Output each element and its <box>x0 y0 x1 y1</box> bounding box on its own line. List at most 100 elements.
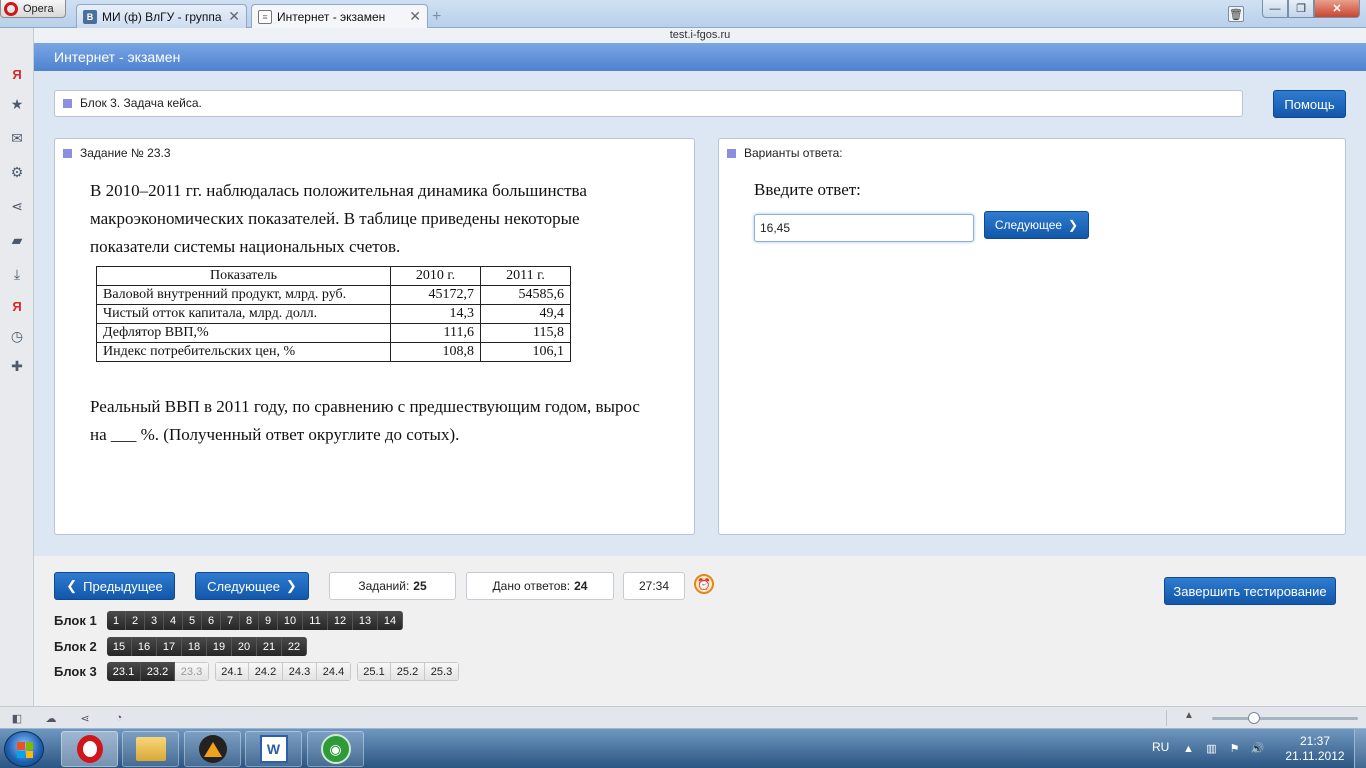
system-clock[interactable]: 21:37 21.11.2012 <box>1284 734 1346 764</box>
task-cell[interactable]: 24.1 <box>215 662 249 681</box>
task-cell[interactable]: 19 <box>207 637 232 656</box>
volume-icon[interactable]: 🔊 <box>1251 742 1265 755</box>
table-header: Показатель <box>96 266 391 286</box>
tab-close-icon[interactable]: ✕ <box>409 8 421 25</box>
taskbar-explorer[interactable] <box>122 731 179 767</box>
help-button[interactable]: Помощь <box>1273 90 1346 118</box>
block-3-group-25: 25.1 25.2 25.3 <box>357 662 459 681</box>
task-cell[interactable]: 23.2 <box>141 662 175 681</box>
task-cell[interactable]: 3 <box>145 611 164 630</box>
table-cell: 14,3 <box>390 304 481 324</box>
zoom-slider-handle[interactable] <box>1248 712 1260 724</box>
mail-icon[interactable]: ✉ <box>9 130 25 146</box>
task-cell[interactable]: 21 <box>257 637 282 656</box>
start-button[interactable] <box>4 731 44 767</box>
zoom-arrow-icon[interactable]: ▲ <box>1184 710 1194 721</box>
share-icon[interactable]: ⋖ <box>9 198 25 214</box>
turbo-icon[interactable]: ◔ <box>112 711 126 725</box>
task-cell[interactable]: 6 <box>202 611 221 630</box>
task-cell[interactable]: 8 <box>240 611 259 630</box>
task-cell[interactable]: 11 <box>303 611 328 630</box>
unite-icon[interactable]: ⋖ <box>78 711 92 725</box>
history-icon[interactable]: ◷ <box>9 328 25 344</box>
answers-heading-label: Варианты ответа: <box>744 146 843 160</box>
taskbar-opera[interactable] <box>61 731 118 767</box>
next-label: Следующее <box>207 578 280 594</box>
yandex-bar-icon[interactable]: Я <box>9 298 25 314</box>
language-indicator[interactable]: RU <box>1152 740 1169 754</box>
table-header: 2010 г. <box>390 266 481 286</box>
chevron-right-icon: ❯ <box>1068 218 1079 232</box>
panel-toggle-icon[interactable]: ◧ <box>10 711 24 725</box>
show-desktop-button[interactable] <box>1354 729 1366 768</box>
clock-time: 21:37 <box>1299 734 1331 748</box>
new-tab-icon[interactable]: + <box>432 8 441 26</box>
task-cell[interactable]: 24.3 <box>283 662 317 681</box>
square-marker-icon <box>63 99 72 108</box>
task-cell[interactable]: 14 <box>378 611 403 630</box>
task-cell[interactable]: 12 <box>328 611 353 630</box>
zoom-slider[interactable] <box>1212 717 1358 720</box>
table-row: Дефлятор ВВП,% 111,6 115,8 <box>96 323 571 343</box>
task-cell[interactable]: 2 <box>126 611 145 630</box>
task-cell[interactable]: 4 <box>164 611 183 630</box>
tab-title: МИ (ф) ВлГУ - группа ... <box>102 9 224 24</box>
tab-vk-group[interactable]: В МИ (ф) ВлГУ - группа ... ✕ <box>76 4 247 28</box>
task-cell[interactable]: 24.2 <box>249 662 283 681</box>
task-cell[interactable]: 25.2 <box>391 662 425 681</box>
task-cell[interactable]: 18 <box>182 637 207 656</box>
divider <box>1166 710 1167 726</box>
taskbar-network-app[interactable]: ◉ <box>307 731 364 767</box>
block-title: Блок 3. Задача кейса. <box>80 96 202 110</box>
task-cell[interactable]: 1 <box>107 611 126 630</box>
taskbar-aimp[interactable] <box>184 731 241 767</box>
maximize-icon[interactable]: ❐ <box>1288 0 1314 18</box>
timer: 27:34 <box>623 572 685 600</box>
tray-expand-icon[interactable]: ▲ <box>1182 742 1195 755</box>
task-cell[interactable]: 17 <box>157 637 182 656</box>
task-cell[interactable]: 23.1 <box>107 662 141 681</box>
answer-panel: Варианты ответа: Введите ответ: Следующе… <box>718 138 1346 535</box>
cloud-icon[interactable]: ☁ <box>44 711 58 725</box>
task-cell-current[interactable]: 23.3 <box>175 662 209 681</box>
task-cell[interactable]: 7 <box>221 611 240 630</box>
task-cell[interactable]: 22 <box>282 637 307 656</box>
tab-internet-exam[interactable]: ≡ Интернет - экзамен ✕ <box>251 4 428 28</box>
task-cell[interactable]: 10 <box>278 611 303 630</box>
trash-icon[interactable]: 🗑 <box>1228 6 1244 22</box>
notes-icon[interactable]: ▰ <box>9 232 25 248</box>
task-cell[interactable]: 15 <box>107 637 132 656</box>
browser-titlebar: Opera В МИ (ф) ВлГУ - группа ... ✕ ≡ Инт… <box>0 0 1366 28</box>
table-cell: Индекс потребительских цен, % <box>96 342 391 362</box>
tab-close-icon[interactable]: ✕ <box>228 8 240 25</box>
flag-icon[interactable]: ⚑ <box>1228 742 1241 755</box>
block-1-row: Блок 1 1 2 3 4 5 6 7 8 9 10 11 12 13 14 <box>54 611 403 630</box>
task-cell[interactable]: 16 <box>132 637 157 656</box>
add-panel-icon[interactable]: ✚ <box>9 358 25 374</box>
table-row: Чистый отток капитала, млрд. долл. 14,3 … <box>96 304 571 324</box>
prev-button[interactable]: ❮ Предыдущее <box>54 572 175 600</box>
task-cell[interactable]: 9 <box>259 611 278 630</box>
download-icon[interactable]: ⤓ <box>9 266 25 282</box>
task-cell[interactable]: 13 <box>353 611 378 630</box>
answer-input[interactable] <box>754 214 974 242</box>
gear-icon[interactable]: ⚙ <box>9 164 25 180</box>
opera-menu-button[interactable]: Opera <box>0 0 66 18</box>
address-bar[interactable]: test.i-fgos.ru <box>34 28 1366 43</box>
task-cell[interactable]: 20 <box>232 637 257 656</box>
taskbar-word[interactable]: W <box>245 731 302 767</box>
network-icon[interactable]: ▥ <box>1205 742 1218 755</box>
star-icon[interactable]: ★ <box>9 96 25 112</box>
task-cell[interactable]: 25.3 <box>425 662 459 681</box>
yandex-icon[interactable]: Я <box>9 66 25 82</box>
finish-test-button[interactable]: Завершить тестирование <box>1164 577 1336 605</box>
task-cell[interactable]: 5 <box>183 611 202 630</box>
answered-count: 24 <box>574 579 588 593</box>
answer-next-button[interactable]: Следующее ❯ <box>984 211 1089 239</box>
task-cell[interactable]: 25.1 <box>357 662 391 681</box>
next-button[interactable]: Следующее ❯ <box>195 572 309 600</box>
block-1-cells: 1 2 3 4 5 6 7 8 9 10 11 12 13 14 <box>107 611 403 630</box>
close-window-icon[interactable]: ✕ <box>1314 0 1360 18</box>
minimize-icon[interactable]: — <box>1262 0 1288 18</box>
task-cell[interactable]: 24.4 <box>317 662 351 681</box>
